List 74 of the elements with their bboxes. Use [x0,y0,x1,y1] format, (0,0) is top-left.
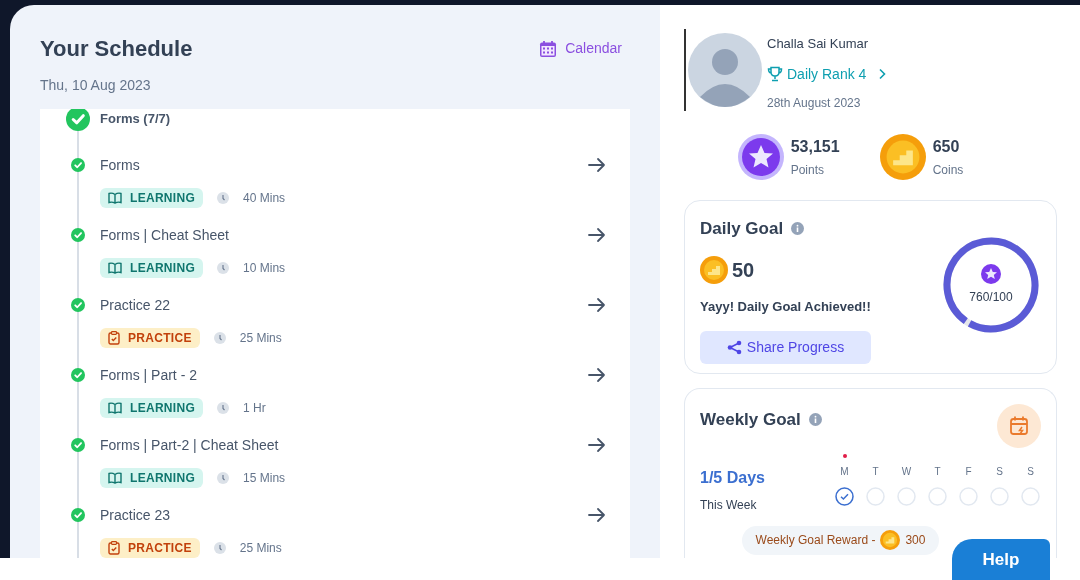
weekday-label: F [965,464,972,479]
item-title[interactable]: Forms | Part - 2 [100,364,197,386]
arrow-right-icon[interactable] [588,227,606,243]
weekday-label: S [996,464,1003,479]
item-duration: 10 Mins [243,260,286,277]
weekday-label: M [840,464,849,479]
help-button[interactable]: Help [952,539,1050,580]
item-title[interactable]: Practice 23 [100,504,171,526]
coin-icon [700,256,728,284]
clock-icon [217,402,230,414]
info-icon[interactable] [791,221,805,235]
item-duration: 25 Mins [239,330,282,347]
weekday-label: T [872,464,879,479]
book-icon [108,472,122,484]
share-icon [726,339,742,355]
user-name: Challa Sai Kumar [767,35,870,53]
arrow-right-icon[interactable] [588,367,606,383]
item-type-tag: LEARNING [100,258,204,278]
schedule-title: Your Schedule [40,35,193,63]
weekly-goal-title: Weekly Goal [700,408,801,431]
item-type-tag: LEARNING [100,468,204,488]
calendar-link[interactable]: Calendar [539,38,622,59]
trophy-icon [767,66,783,82]
item-type-tag: PRACTICE [100,538,200,558]
reward-label: Weekly Goal Reward - [755,532,876,549]
daily-coins: 50 [732,258,755,283]
item-title[interactable]: Practice 22 [100,294,171,316]
coin-icon [880,530,901,550]
clock-icon [213,332,226,344]
clock-icon [217,472,230,484]
goal-progress-text: 760/100 [969,289,1013,306]
item-type-tag: PRACTICE [100,328,200,348]
clock-icon [213,542,226,554]
calendar-icon [997,403,1041,448]
stat-label: Coins [932,161,964,179]
item-type-tag: LEARNING [100,188,204,208]
days-completed: 1/5 Days [700,467,766,488]
item-duration: 25 Mins [239,540,282,557]
clipboard-icon [108,331,120,345]
week-period: This Week [700,496,758,514]
calendar-icon [539,39,558,58]
stat-label: Points [790,161,826,179]
book-icon [108,402,122,414]
item-type-tag: LEARNING [100,398,204,418]
book-icon [108,262,122,274]
item-duration: 1 Hr [243,400,266,417]
book-icon [108,192,122,204]
reward-coins: 300 [905,532,926,549]
coin-icon [879,133,926,180]
stat-value: 650 [932,136,961,157]
daily-goal-title: Daily Goal [700,217,784,240]
arrow-right-icon[interactable] [588,507,606,523]
item-title[interactable]: Forms [100,154,140,176]
item-duration: 40 Mins [243,190,286,207]
clock-icon [217,192,230,204]
schedule-date: Thu, 10 Aug 2023 [40,76,151,95]
group-title[interactable]: Forms (7/7) [100,109,171,129]
arrow-right-icon[interactable] [588,437,606,453]
arrow-right-icon[interactable] [588,157,606,173]
arrow-right-icon[interactable] [588,297,606,313]
goal-achieved-message: Yayy! Daily Goal Achieved!! [700,298,871,316]
stat-value: 53,151 [790,136,840,157]
item-title[interactable]: Forms | Part-2 | Cheat Sheet [100,434,279,456]
weekday-label: W [901,464,912,479]
weekday-label: T [934,464,941,479]
weekday-label: S [1027,464,1034,479]
item-duration: 15 Mins [243,470,286,487]
info-icon[interactable] [808,412,822,426]
clock-icon [217,262,230,274]
item-title[interactable]: Forms | Cheat Sheet [100,224,229,246]
rank-date: 28th August 2023 [767,94,862,112]
chevron-right-icon [878,68,887,80]
clipboard-icon [108,541,120,555]
share-progress-button[interactable]: Share Progress [700,330,871,364]
